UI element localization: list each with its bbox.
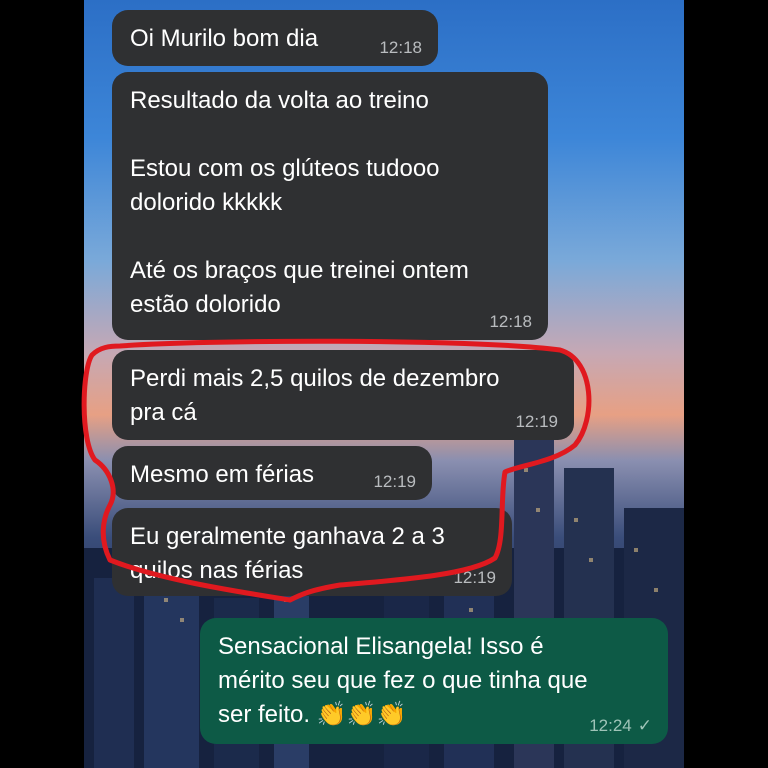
red-highlight-annotation: [81, 338, 592, 603]
